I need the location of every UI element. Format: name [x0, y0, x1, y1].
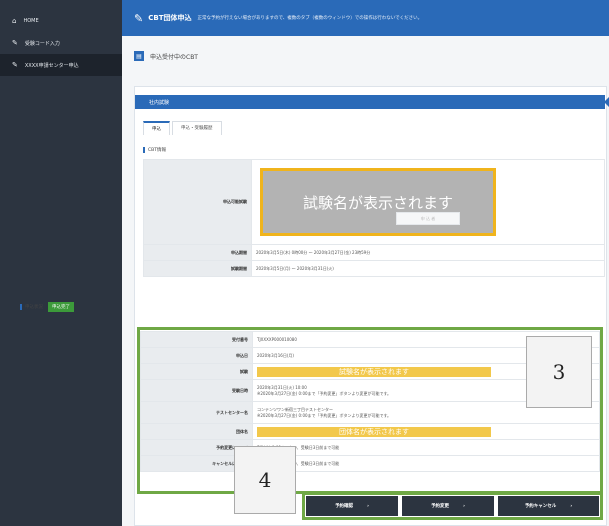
chevron-right-icon: › — [367, 503, 369, 509]
reservation-change-label: 予約変更 — [431, 504, 450, 509]
section-title: 社内試験 — [149, 99, 170, 106]
pencil-icon: ✎ — [134, 11, 144, 25]
period-value: 2020年3月5日(木) 0時00分 〜 2020年3月27日(金) 23時59… — [251, 244, 605, 261]
apply-button[interactable]: 申 込 者 — [396, 212, 460, 225]
table-row: 試験期間 2020年3月5日(月) 〜 2020年3月31日(火) — [143, 260, 605, 277]
exam-name-box: 試験名が表示されます — [260, 168, 496, 236]
sidebar: ⌂ HOME ✎ 受験コード入力 ✎ XXXX申請センター申込 — [0, 0, 122, 526]
cbt-info-table: 申込可能試験 試験名が表示されます 申込期間 2020年3月5日(木) 0時00… — [143, 159, 605, 277]
subheader-title: 申込受付中のCBT — [150, 53, 198, 61]
status-label: 申込状況 — [20, 304, 43, 310]
callout-4: 4 — [234, 446, 296, 514]
period-label: 申込期間 — [143, 244, 252, 261]
table-row: 申込期間 2020年3月5日(木) 0時00分 〜 2020年3月27日(金) … — [143, 244, 605, 261]
exam-label: 申込可能試験 — [143, 159, 252, 245]
reservation-cancel-label: 予約キャンセル — [524, 504, 557, 509]
callout-3: 3 — [526, 336, 592, 408]
reservation-confirm-label: 予約確認 — [335, 504, 354, 509]
subheader: ▤ 申込受付中のCBT — [122, 36, 609, 76]
sidebar-item-label: XXXX申請センター申込 — [24, 62, 79, 69]
cbt-info-label: CBT情報 — [143, 147, 166, 153]
header-bar: ✎ CBT団体申込 正常な予約が行えない場合がありますので、複数のタブ（複数のウ… — [122, 0, 609, 36]
reservation-confirm-button[interactable]: 予約確認 › — [306, 496, 398, 516]
sidebar-item-center-apply[interactable]: ✎ XXXX申請センター申込 — [0, 54, 122, 76]
chevron-right-icon: › — [463, 503, 465, 509]
page-title: CBT団体申込 — [148, 14, 192, 22]
sidebar-item-home[interactable]: ⌂ HOME — [0, 10, 122, 32]
section-title-bar: 社内試験 — [135, 95, 609, 109]
pencil-icon: ✎ — [12, 61, 18, 69]
status-badge: 申込完了 — [48, 302, 74, 312]
test-period-value: 2020年3月5日(月) 〜 2020年3月31日(火) — [251, 260, 605, 277]
header-note: 正常な予約が行えない場合がありますので、複数のタブ（複数のウィンドウ）での操作は… — [197, 16, 423, 21]
exam-cell: 試験名が表示されます — [251, 159, 605, 245]
tab-history[interactable]: 申込・受験履歴 — [172, 121, 222, 135]
list-icon: ▤ — [134, 51, 144, 61]
tab-bar: 申込 申込・受験履歴 — [143, 121, 224, 135]
test-period-label: 試験期間 — [143, 260, 252, 277]
table-row: 申込可能試験 試験名が表示されます — [143, 159, 605, 245]
reservation-change-button[interactable]: 予約変更 › — [402, 496, 494, 516]
tab-apply[interactable]: 申込 — [143, 121, 170, 135]
status-row: 申込状況 申込完了 — [20, 302, 74, 312]
section-bar-tail — [604, 95, 609, 109]
pencil-icon: ✎ — [12, 39, 18, 47]
chevron-right-icon: › — [570, 503, 573, 509]
reservation-cancel-button[interactable]: 予約キャンセル › — [498, 496, 599, 516]
sidebar-item-exam-code[interactable]: ✎ 受験コード入力 — [0, 32, 122, 54]
sidebar-item-label: 受験コード入力 — [24, 40, 60, 47]
sidebar-item-label: HOME — [23, 18, 39, 24]
home-icon: ⌂ — [12, 17, 17, 25]
